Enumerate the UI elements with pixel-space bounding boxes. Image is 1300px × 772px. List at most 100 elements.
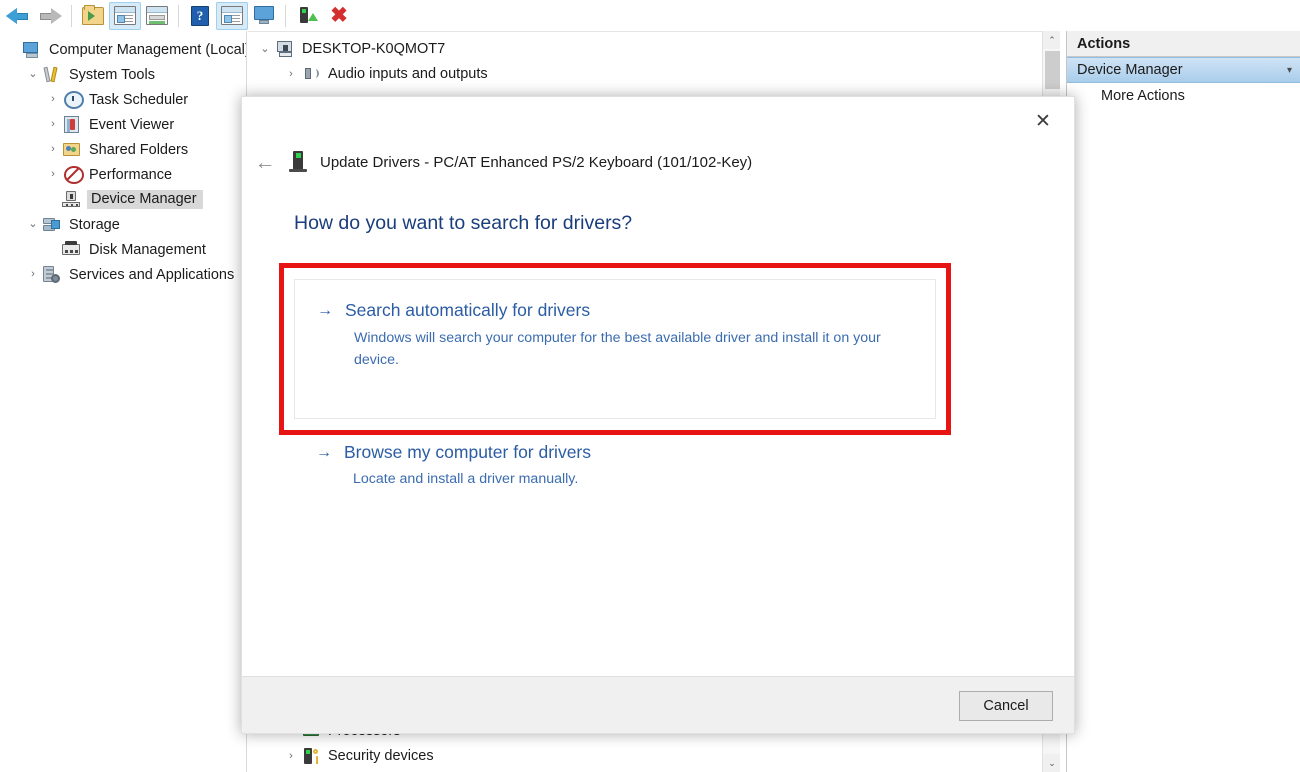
enable-device-icon[interactable] <box>291 2 323 30</box>
performance-icon <box>64 166 84 184</box>
sidebar-item-label: Services and Applications <box>67 266 236 284</box>
clock-icon <box>64 91 84 109</box>
help-icon[interactable]: ? <box>184 2 216 30</box>
sidebar-item-label: Storage <box>67 216 122 234</box>
sidebar-item-storage[interactable]: ⌄ Storage <box>0 212 246 237</box>
update-driver-icon[interactable] <box>216 2 248 30</box>
up-folder-icon[interactable] <box>77 2 109 30</box>
shared-folders-icon <box>62 141 82 159</box>
services-icon <box>42 266 62 284</box>
expander-icon[interactable]: › <box>280 750 302 762</box>
option-title-row: → Search automatically for drivers <box>317 300 913 322</box>
actions-pane: Actions Device Manager▾ More Actions <box>1066 31 1300 772</box>
toolbar-separator <box>285 5 286 27</box>
event-viewer-icon <box>62 116 82 134</box>
expander-icon[interactable]: › <box>44 119 62 130</box>
red-x-glyph: ✖ <box>330 5 348 26</box>
sidebar-item-label: Performance <box>87 166 174 184</box>
toolbar: ? ✖ <box>0 0 1300 31</box>
back-arrow-glyph <box>6 7 30 25</box>
device-tree-row[interactable]: › Security devices <box>248 743 1060 768</box>
expander-icon[interactable]: ⌄ <box>24 219 42 230</box>
sidebar-item-performance[interactable]: › Performance <box>0 162 246 187</box>
option-description: Locate and install a driver manually. <box>353 468 914 490</box>
option-title: Browse my computer for drivers <box>344 442 591 464</box>
chevron-down-icon[interactable]: ▾ <box>1287 65 1292 76</box>
device-tree-label: Audio inputs and outputs <box>328 66 488 82</box>
console-tree-pane: Computer Management (Local) ⌄ System Tools… <box>0 31 247 772</box>
arrow-right-icon: → <box>316 442 332 464</box>
expander-icon[interactable]: ⌄ <box>24 69 42 80</box>
window-play-glyph <box>221 6 243 25</box>
question-mark-glyph: ? <box>191 6 209 26</box>
option-title: Search automatically for drivers <box>345 300 590 322</box>
sidebar-item-system-tools[interactable]: ⌄ System Tools <box>0 62 246 87</box>
dialog-title: Update Drivers - PC/AT Enhanced PS/2 Key… <box>320 154 752 171</box>
forward-arrow-glyph <box>38 7 62 25</box>
forward-arrow-icon[interactable] <box>34 2 66 30</box>
back-arrow-icon[interactable]: ← <box>242 152 288 173</box>
scroll-up-arrow-icon[interactable]: ⌃ <box>1043 31 1060 49</box>
dialog-titlebar: ← Update Drivers - PC/AT Enhanced PS/2 K… <box>242 142 1074 182</box>
sidebar-item-event-viewer[interactable]: › Event Viewer <box>0 112 246 137</box>
device-tree-label: DESKTOP-K0QMOT7 <box>302 41 445 57</box>
sidebar-item-services-and-applications[interactable]: › Services and Applications <box>0 262 246 287</box>
storage-icon <box>42 216 62 234</box>
sidebar-item-label: Shared Folders <box>87 141 190 159</box>
sidebar-item-computer-management-local[interactable]: Computer Management (Local) <box>0 37 246 62</box>
option-title-row: → Browse my computer for drivers <box>316 442 914 464</box>
actions-pane-header: Actions <box>1067 31 1300 57</box>
close-icon[interactable]: ✕ <box>1021 106 1065 136</box>
actions-item-more-actions[interactable]: More Actions <box>1067 83 1300 109</box>
keyboard-device-icon <box>288 151 308 173</box>
uninstall-device-icon[interactable]: ✖ <box>323 2 355 30</box>
expander-icon[interactable]: › <box>280 68 302 80</box>
toolbar-separator <box>178 5 179 27</box>
audio-icon <box>302 65 322 83</box>
expander-icon[interactable]: › <box>44 169 62 180</box>
sidebar-item-label: Event Viewer <box>87 116 176 134</box>
dialog-footer: Cancel <box>242 676 1074 733</box>
arrow-right-icon: → <box>317 300 333 322</box>
device-tree-label: Security devices <box>328 748 434 764</box>
toolbar-separator <box>71 5 72 27</box>
option-browse-my-computer[interactable]: → Browse my computer for drivers Locate … <box>294 442 936 490</box>
dialog-heading: How do you want to search for drivers? <box>294 212 632 235</box>
scan-hardware-icon[interactable] <box>248 2 280 30</box>
scroll-down-arrow-icon[interactable]: ⌄ <box>1043 754 1060 772</box>
window-pane-glyph <box>114 6 136 25</box>
properties-icon[interactable] <box>141 2 173 30</box>
sidebar-item-label: Task Scheduler <box>87 91 190 109</box>
sidebar-item-disk-management[interactable]: Disk Management <box>0 237 246 262</box>
device-tree-row[interactable]: ⌄ DESKTOP-K0QMOT7 <box>248 36 1060 61</box>
option-description: Windows will search your computer for th… <box>354 327 913 371</box>
sidebar-item-device-manager[interactable]: Device Manager <box>0 187 246 212</box>
actions-item-label: More Actions <box>1101 88 1185 104</box>
show-hide-console-tree-icon[interactable] <box>109 2 141 30</box>
expander-icon[interactable]: › <box>44 94 62 105</box>
expander-icon[interactable]: › <box>44 144 62 155</box>
expander-icon[interactable]: ⌄ <box>254 42 276 55</box>
security-device-icon <box>302 747 322 765</box>
sidebar-item-label: Computer Management (Local) <box>47 41 247 59</box>
disk-management-icon <box>62 241 82 259</box>
option-search-automatically[interactable]: → Search automatically for drivers Windo… <box>294 279 936 419</box>
scrollbar-thumb[interactable] <box>1045 51 1060 89</box>
folder-glyph <box>82 7 104 25</box>
actions-item-device-manager[interactable]: Device Manager▾ <box>1067 57 1300 83</box>
sidebar-item-label: Device Manager <box>87 190 203 209</box>
driver-plug-glyph <box>297 6 317 26</box>
sidebar-item-label: Disk Management <box>87 241 208 259</box>
back-arrow-icon[interactable] <box>2 2 34 30</box>
sidebar-item-label: System Tools <box>67 66 157 84</box>
pane-top-hairline <box>248 31 1060 32</box>
sidebar-item-shared-folders[interactable]: › Shared Folders <box>0 137 246 162</box>
screen: ? ✖ Computer Management (Local) ⌄ System T… <box>0 0 1300 772</box>
properties-glyph <box>146 6 168 25</box>
expander-icon[interactable]: › <box>24 269 42 280</box>
sidebar-item-task-scheduler[interactable]: › Task Scheduler <box>0 87 246 112</box>
pc-icon <box>276 40 296 58</box>
cancel-button[interactable]: Cancel <box>959 691 1053 721</box>
device-manager-icon <box>62 191 82 209</box>
device-tree-row[interactable]: › Audio inputs and outputs <box>248 61 1060 86</box>
